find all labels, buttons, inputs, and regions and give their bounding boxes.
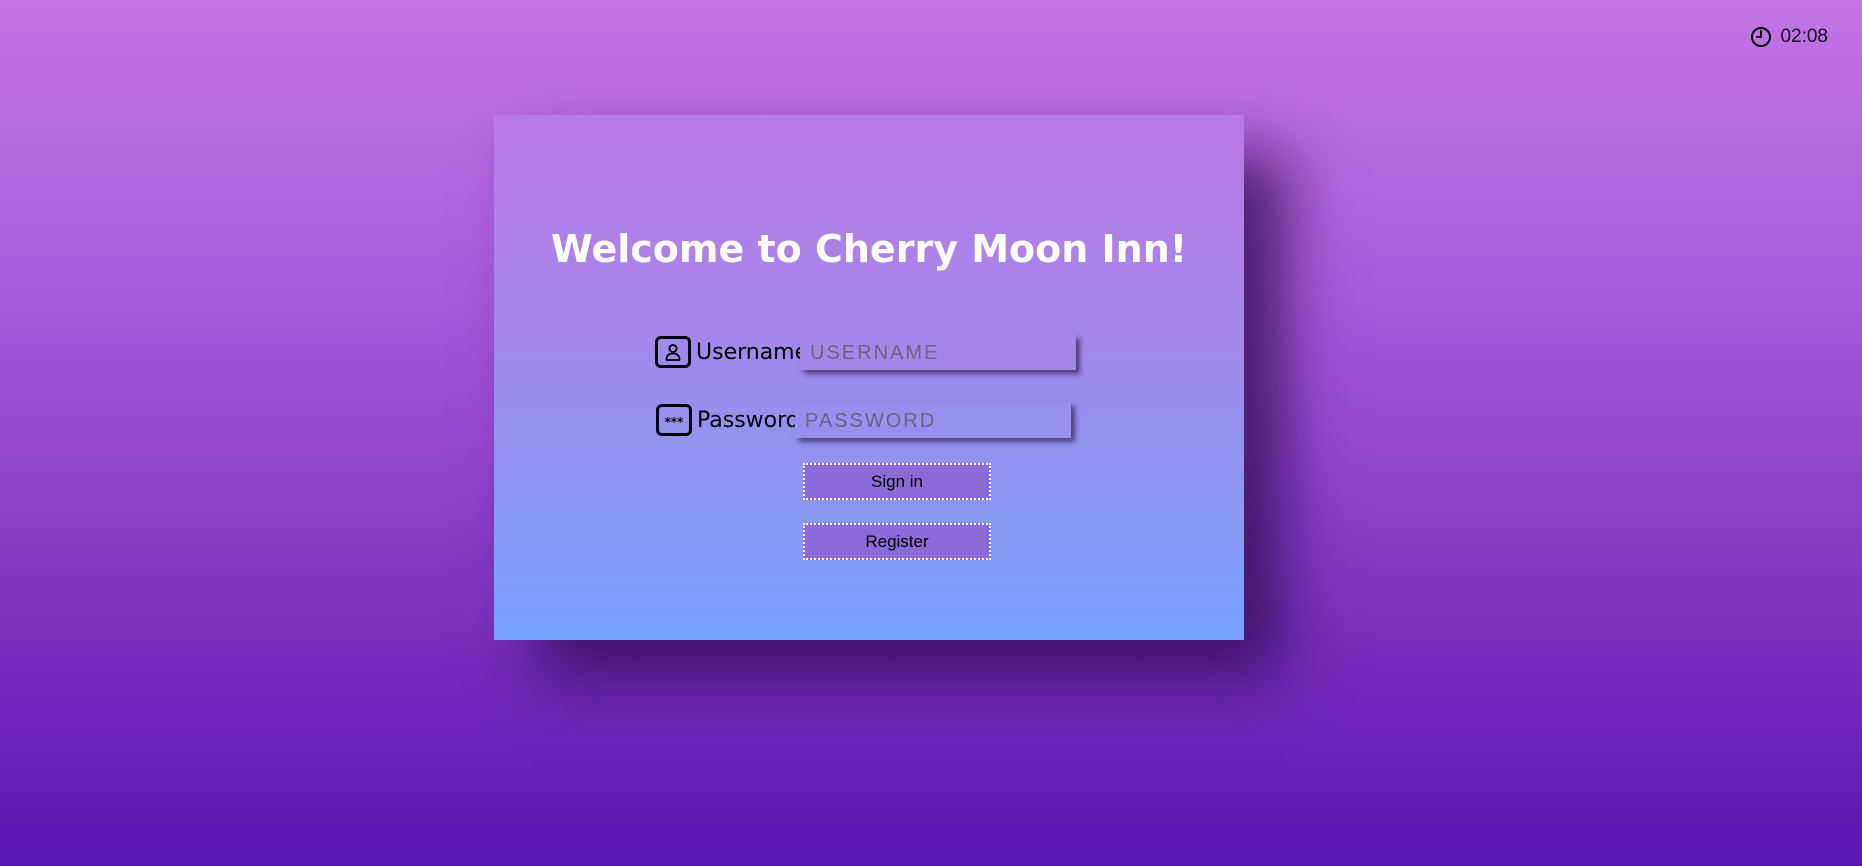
user-icon — [655, 336, 691, 368]
username-label: Username — [696, 339, 809, 365]
username-row: Username — [655, 334, 1076, 370]
register-button[interactable]: Register — [803, 523, 991, 560]
sign-in-button[interactable]: Sign in — [803, 463, 991, 500]
username-input[interactable] — [800, 334, 1076, 370]
password-label: Password — [697, 407, 800, 433]
password-icon-text: *** — [664, 414, 684, 429]
page-title: Welcome to Cherry Moon Inn! — [550, 227, 1188, 271]
login-card: Welcome to Cherry Moon Inn! Username ***… — [494, 115, 1244, 640]
password-input[interactable] — [795, 402, 1071, 438]
password-icon: *** — [656, 404, 692, 436]
password-row: *** Password — [656, 402, 1071, 438]
clock-icon — [1750, 26, 1772, 48]
clock: 02:08 — [1750, 26, 1828, 48]
clock-time: 02:08 — [1780, 26, 1828, 47]
